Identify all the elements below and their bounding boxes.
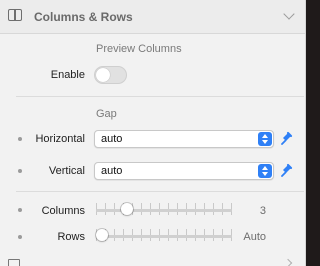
rows-dot[interactable] <box>18 235 22 239</box>
columns-dot[interactable] <box>18 208 22 212</box>
rows-value: Auto <box>243 231 266 243</box>
up-down-chevrons-icon <box>258 164 272 178</box>
horizontal-gap-value: auto <box>101 133 123 145</box>
rows-slider-knob[interactable] <box>96 229 108 241</box>
panel-title: Columns & Rows <box>34 10 133 24</box>
columns-rows-panel: Columns & Rows Preview Columns Enable Ga… <box>0 0 306 266</box>
vertical-gap-select[interactable]: auto <box>94 162 274 180</box>
rows-slider[interactable] <box>96 228 232 244</box>
horizontal-gap-select[interactable]: auto <box>94 130 274 148</box>
enable-label: Enable <box>50 69 85 81</box>
columns-value: 3 <box>259 205 266 217</box>
columns-panel-icon <box>8 9 22 21</box>
gap-title: Gap <box>96 108 117 120</box>
chevron-right-icon[interactable] <box>283 258 293 266</box>
vertical-gap-value: auto <box>101 165 123 177</box>
next-section-icon <box>8 259 20 266</box>
vertical-gap-label: Vertical <box>48 165 85 177</box>
columns-label: Columns <box>41 205 85 217</box>
enable-toggle[interactable] <box>94 66 127 84</box>
rows-slider-track <box>96 235 232 238</box>
pin-icon[interactable] <box>279 131 293 145</box>
vertical-gap-dot[interactable] <box>18 169 22 173</box>
horizontal-gap-label: Horizontal <box>35 133 85 145</box>
columns-slider-knob[interactable] <box>121 203 133 215</box>
pin-icon[interactable] <box>279 163 293 177</box>
horizontal-gap-dot[interactable] <box>18 137 22 141</box>
columns-slider[interactable] <box>96 202 232 218</box>
up-down-chevrons-icon <box>258 132 272 146</box>
columns-slider-track <box>96 209 232 212</box>
rows-label: Rows <box>57 231 85 243</box>
section-divider <box>16 191 304 192</box>
panel-header[interactable]: Columns & Rows <box>0 0 305 34</box>
chevron-down-icon[interactable] <box>283 8 295 20</box>
toggle-knob <box>96 68 110 82</box>
section-divider <box>16 96 304 97</box>
preview-columns-title: Preview Columns <box>96 43 182 55</box>
